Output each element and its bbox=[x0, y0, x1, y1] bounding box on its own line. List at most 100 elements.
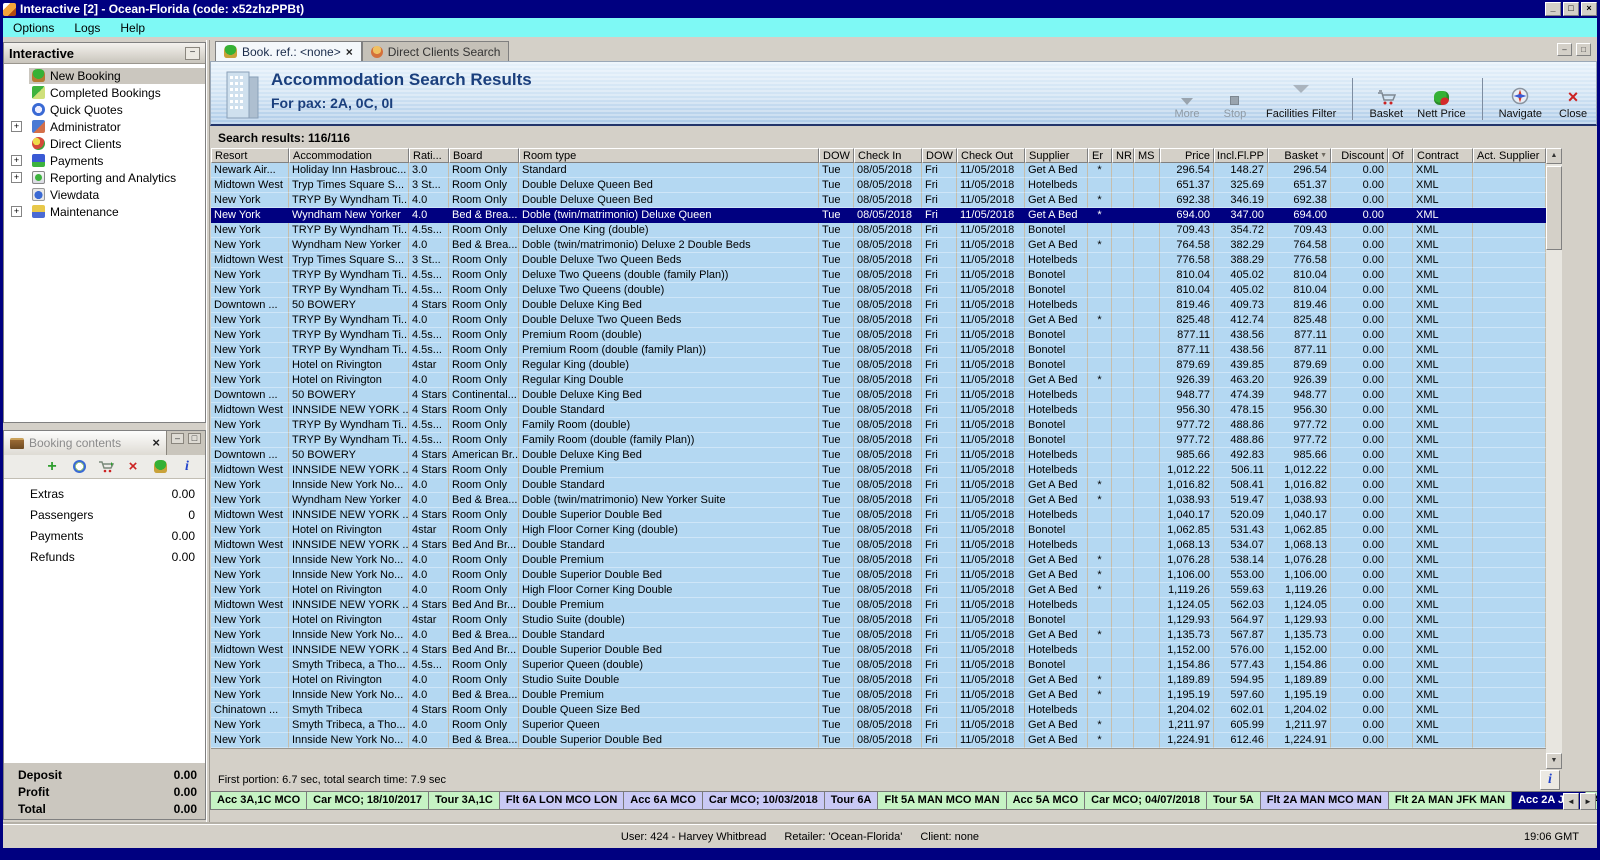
move-to-basket-icon[interactable] bbox=[98, 459, 114, 475]
column-header-basket[interactable]: Basket▼ bbox=[1268, 148, 1331, 163]
result-row[interactable]: New YorkSmyth Tribeca, a Tho...4.5s...Ro… bbox=[211, 658, 1546, 673]
result-row[interactable]: New YorkTRYP By Wyndham Ti...4.5s...Room… bbox=[211, 343, 1546, 358]
result-row[interactable]: New YorkTRYP By Wyndham Ti...4.5s...Room… bbox=[211, 328, 1546, 343]
tab-direct-clients-search[interactable]: Direct Clients Search bbox=[362, 41, 510, 61]
column-header-act-supplier[interactable]: Act. Supplier bbox=[1473, 148, 1546, 163]
result-row[interactable]: New YorkHotel on Rivington4.0Room OnlyHi… bbox=[211, 583, 1546, 598]
menu-logs[interactable]: Logs bbox=[64, 19, 110, 37]
collapse-panel-icon[interactable]: − bbox=[185, 47, 200, 60]
panel-minimize-icon[interactable]: – bbox=[171, 433, 184, 444]
column-header-accommodation[interactable]: Accommodation bbox=[289, 148, 409, 163]
result-row[interactable]: New YorkTRYP By Wyndham Ti...4.5s...Room… bbox=[211, 268, 1546, 283]
column-header-dow-in[interactable]: DOW bbox=[819, 148, 854, 163]
scrollbar-thumb[interactable] bbox=[1546, 166, 1562, 250]
column-header-room-type[interactable]: Room type bbox=[519, 148, 819, 163]
scroll-down-icon[interactable]: ▼ bbox=[1546, 753, 1562, 769]
scroll-tabs-right-icon[interactable]: ► bbox=[1580, 793, 1596, 810]
result-row[interactable]: New YorkHotel on Rivington4starRoom Only… bbox=[211, 523, 1546, 538]
result-row[interactable]: New YorkTRYP By Wyndham Ti...4.5s...Room… bbox=[211, 283, 1546, 298]
result-row[interactable]: New YorkWyndham New Yorker4.0Bed & Brea.… bbox=[211, 493, 1546, 508]
itinerary-tab-tour-6a[interactable]: Tour 6A bbox=[825, 791, 879, 810]
itinerary-tab-tour-3a-1c[interactable]: Tour 3A,1C bbox=[429, 791, 500, 810]
result-row[interactable]: New YorkInnside New York No...4.0Bed & B… bbox=[211, 733, 1546, 748]
close-results-button[interactable]: × Close bbox=[1556, 88, 1590, 120]
close-icon[interactable]: × bbox=[1581, 2, 1597, 16]
result-row[interactable]: Chinatown ...Smyth Tribeca4 StarsRoom On… bbox=[211, 703, 1546, 718]
delete-item-icon[interactable]: × bbox=[125, 459, 141, 475]
close-booking-contents-icon[interactable]: × bbox=[152, 437, 160, 449]
result-row[interactable]: New YorkWyndham New Yorker4.0Bed & Brea.… bbox=[211, 238, 1546, 253]
itinerary-tab-car-mco-04-07-2018[interactable]: Car MCO; 04/07/2018 bbox=[1085, 791, 1207, 810]
sidebar-item-direct-clients[interactable]: Direct Clients bbox=[4, 135, 205, 152]
menu-options[interactable]: Options bbox=[3, 19, 64, 37]
column-header-supplier[interactable]: Supplier bbox=[1025, 148, 1088, 163]
result-row[interactable]: Downtown ...50 BOWERY4 StarsContinental.… bbox=[211, 388, 1546, 403]
result-row[interactable]: New YorkInnside New York No...4.0Room On… bbox=[211, 553, 1546, 568]
result-row[interactable]: New YorkInnside New York No...4.0Room On… bbox=[211, 478, 1546, 493]
column-header-board[interactable]: Board bbox=[449, 148, 519, 163]
column-header-contract[interactable]: Contract bbox=[1413, 148, 1473, 163]
column-header-incl-fl-pp[interactable]: Incl.Fl.PP bbox=[1214, 148, 1268, 163]
result-row[interactable]: New YorkHotel on Rivington4.0Room OnlySt… bbox=[211, 673, 1546, 688]
minimize-icon[interactable]: _ bbox=[1545, 2, 1561, 16]
column-header-price[interactable]: Price bbox=[1160, 148, 1214, 163]
sidebar-item-payments[interactable]: +Payments bbox=[4, 152, 205, 169]
result-row[interactable]: New YorkInnside New York No...4.0Room On… bbox=[211, 568, 1546, 583]
vertical-scrollbar[interactable]: ▲ ▼ bbox=[1546, 148, 1562, 769]
result-row[interactable]: New YorkTRYP By Wyndham Ti...4.0Room Onl… bbox=[211, 193, 1546, 208]
maximize-icon[interactable]: □ bbox=[1563, 2, 1579, 16]
itinerary-tab-acc-3a-1c-mco[interactable]: Acc 3A,1C MCO bbox=[210, 791, 307, 810]
expand-toggle-icon[interactable]: + bbox=[11, 155, 22, 166]
itinerary-tab-flt-2a-man-mco-man[interactable]: Flt 2A MAN MCO MAN bbox=[1261, 791, 1389, 810]
result-row[interactable]: New YorkHotel on Rivington4.0Room OnlyRe… bbox=[211, 373, 1546, 388]
result-row[interactable]: Midtown WestINNSIDE NEW YORK ...4 StarsR… bbox=[211, 463, 1546, 478]
expand-toggle-icon[interactable]: + bbox=[11, 206, 22, 217]
itinerary-tab-acc-6a-mco[interactable]: Acc 6A MCO bbox=[624, 791, 703, 810]
sidebar-item-quick-quotes[interactable]: Quick Quotes bbox=[4, 101, 205, 118]
result-row[interactable]: New YorkTRYP By Wyndham Ti...4.5s...Room… bbox=[211, 433, 1546, 448]
result-row[interactable]: Midtown WestINNSIDE NEW YORK ...4 StarsB… bbox=[211, 643, 1546, 658]
result-row[interactable]: Newark Air...Holiday Inn Hasbrouc...3.0R… bbox=[211, 163, 1546, 178]
sidebar-item-maintenance[interactable]: +Maintenance bbox=[4, 203, 205, 220]
column-header-check-in[interactable]: Check In bbox=[854, 148, 922, 163]
itinerary-tab-flt-6a-lon-mco-lon[interactable]: Flt 6A LON MCO LON bbox=[500, 791, 624, 810]
column-header-er[interactable]: Er bbox=[1088, 148, 1112, 163]
itinerary-tab-flt-2a-man-jfk-man[interactable]: Flt 2A MAN JFK MAN bbox=[1389, 791, 1512, 810]
column-header-discount[interactable]: Discount bbox=[1331, 148, 1388, 163]
sidebar-item-administrator[interactable]: +Administrator bbox=[4, 118, 205, 135]
nett-price-button[interactable]: Nett Price bbox=[1417, 88, 1465, 120]
palm-tree-icon[interactable] bbox=[154, 460, 167, 473]
panel-maximize-icon[interactable]: □ bbox=[188, 433, 201, 444]
availability-clock-icon[interactable] bbox=[73, 460, 86, 473]
result-row[interactable]: Downtown ...50 BOWERY4 StarsRoom OnlyDou… bbox=[211, 298, 1546, 313]
column-header-of[interactable]: Of bbox=[1388, 148, 1413, 163]
result-row[interactable]: New YorkHotel on Rivington4starRoom Only… bbox=[211, 613, 1546, 628]
result-row[interactable]: New YorkTRYP By Wyndham Ti...4.0Room Onl… bbox=[211, 313, 1546, 328]
column-header-resort[interactable]: Resort bbox=[211, 148, 289, 163]
result-row[interactable]: Midtown WestINNSIDE NEW YORK ...4 StarsR… bbox=[211, 508, 1546, 523]
result-row[interactable]: New YorkInnside New York No...4.0Bed & B… bbox=[211, 628, 1546, 643]
result-row[interactable]: Midtown WestTryp Times Square S...3 St..… bbox=[211, 178, 1546, 193]
tab-booking-ref[interactable]: Book. ref.: <none> × bbox=[215, 41, 362, 61]
info-icon[interactable]: i bbox=[179, 459, 195, 475]
itinerary-tab-tour-5a[interactable]: Tour 5A bbox=[1207, 791, 1261, 810]
menu-help[interactable]: Help bbox=[110, 19, 155, 37]
result-row[interactable]: Midtown WestTryp Times Square S...3 St..… bbox=[211, 253, 1546, 268]
sidebar-item-completed-bookings[interactable]: Completed Bookings bbox=[4, 84, 205, 101]
column-header-check-out[interactable]: Check Out bbox=[957, 148, 1025, 163]
result-row[interactable]: Midtown WestINNSIDE NEW YORK ...4 StarsB… bbox=[211, 538, 1546, 553]
result-row[interactable]: New YorkInnside New York No...4.0Bed & B… bbox=[211, 688, 1546, 703]
result-row[interactable]: Downtown ...50 BOWERY4 StarsAmerican Br.… bbox=[211, 448, 1546, 463]
scroll-up-icon[interactable]: ▲ bbox=[1546, 148, 1562, 164]
result-row[interactable]: Midtown WestINNSIDE NEW YORK ...4 StarsB… bbox=[211, 598, 1546, 613]
column-header-nr[interactable]: NR bbox=[1112, 148, 1134, 163]
info-button[interactable]: i bbox=[1540, 770, 1560, 790]
result-row[interactable]: New YorkTRYP By Wyndham Ti...4.5s...Room… bbox=[211, 223, 1546, 238]
result-row[interactable]: New YorkHotel on Rivington4starRoom Only… bbox=[211, 358, 1546, 373]
navigate-button[interactable]: Navigate bbox=[1499, 88, 1542, 120]
column-header-rating[interactable]: Rati... bbox=[409, 148, 449, 163]
result-row[interactable]: New YorkTRYP By Wyndham Ti...4.5s...Room… bbox=[211, 418, 1546, 433]
add-item-icon[interactable]: + bbox=[44, 459, 60, 475]
sidebar-item-viewdata[interactable]: Viewdata bbox=[4, 186, 205, 203]
result-row[interactable]: New YorkSmyth Tribeca, a Tho...4.0Room O… bbox=[211, 718, 1546, 733]
